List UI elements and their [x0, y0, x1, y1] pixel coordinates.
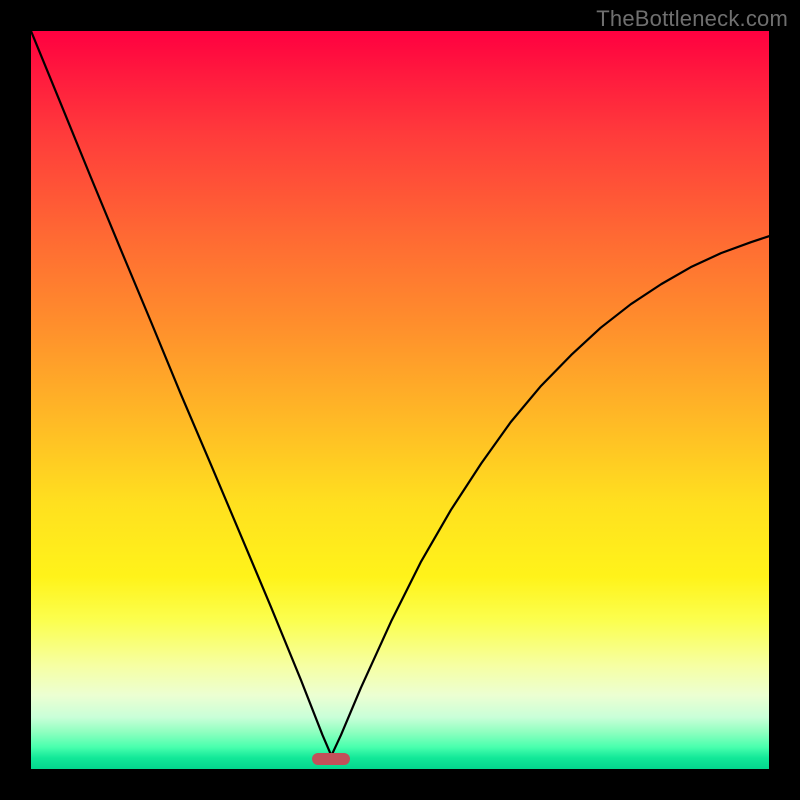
- outer-frame: TheBottleneck.com: [0, 0, 800, 800]
- cusp-marker: [312, 753, 350, 765]
- bottleneck-curve: [31, 31, 769, 756]
- watermark-text: TheBottleneck.com: [596, 6, 788, 32]
- curve-svg: [31, 31, 769, 769]
- plot-area: [31, 31, 769, 769]
